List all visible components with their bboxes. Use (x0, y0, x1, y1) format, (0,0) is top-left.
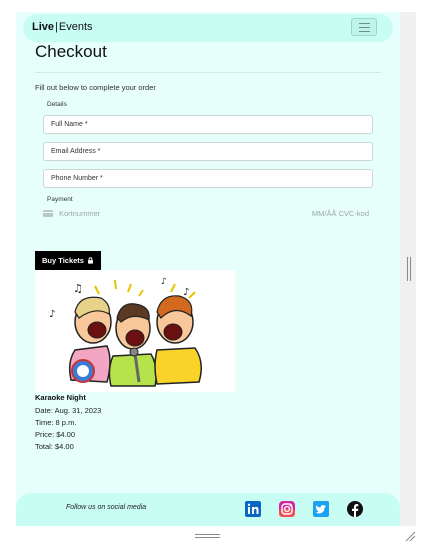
credit-card-icon (43, 210, 53, 217)
event-total: Total: $4.00 (35, 442, 74, 451)
card-expiry-cvc-placeholder[interactable]: MM/ÅÅ CVC-kod (312, 209, 369, 218)
event-date: Date: Aug. 31, 2023 (35, 406, 102, 415)
follow-text: Follow us on social media (66, 504, 147, 511)
scrollbar-grip[interactable] (407, 257, 408, 281)
event-time: Time: 8 p.m. (35, 418, 77, 427)
instagram-icon[interactable] (279, 501, 295, 517)
payment-label: Payment (47, 196, 73, 203)
twitter-icon[interactable] (313, 501, 329, 517)
brand-logo[interactable]: Live|Events (32, 21, 93, 33)
svg-text:♪: ♪ (161, 277, 167, 287)
event-price: Price: $4.00 (35, 430, 76, 439)
intro-text: Fill out below to complete your order (35, 83, 156, 92)
resize-corner-icon[interactable] (404, 530, 416, 542)
scrollbar-grip-line[interactable] (410, 257, 411, 281)
linkedin-icon[interactable] (245, 501, 261, 517)
navbar: Live|Events (23, 14, 393, 42)
event-name: Karaoke Night (35, 393, 86, 402)
card-number-placeholder[interactable]: Kortnummer (59, 209, 100, 218)
brand-live: Live (32, 21, 55, 33)
lock-icon (88, 257, 93, 264)
scrollbar[interactable] (400, 12, 416, 526)
page-title: Checkout (35, 42, 107, 61)
bottom-resize-grip[interactable] (195, 534, 220, 535)
page-viewport: Live|Events Checkout Fill out below to c… (16, 12, 400, 526)
phone-field[interactable]: Phone Number * (43, 169, 373, 188)
full-name-field[interactable]: Full Name * (43, 115, 373, 134)
card-input[interactable]: Kortnummer MM/ÅÅ CVC-kod (43, 209, 373, 221)
brand-separator: | (55, 21, 58, 33)
details-label: Details (47, 101, 67, 108)
footer: Follow us on social media (16, 493, 400, 526)
brand-events: Events (58, 21, 93, 33)
buy-tickets-button[interactable]: Buy Tickets (35, 251, 101, 270)
divider (35, 72, 381, 73)
hamburger-icon[interactable] (351, 18, 377, 36)
facebook-icon[interactable] (347, 501, 363, 517)
buy-tickets-label: Buy Tickets (42, 256, 84, 265)
svg-text:♪: ♪ (49, 309, 55, 320)
svg-text:♫: ♫ (73, 282, 83, 295)
email-field[interactable]: Email Address * (43, 142, 373, 161)
svg-text:♪: ♪ (183, 287, 189, 298)
karaoke-singers-illustration: ♫ ♪ ♪ ♪ (35, 270, 235, 392)
bottom-resize-grip-line[interactable] (195, 537, 220, 538)
